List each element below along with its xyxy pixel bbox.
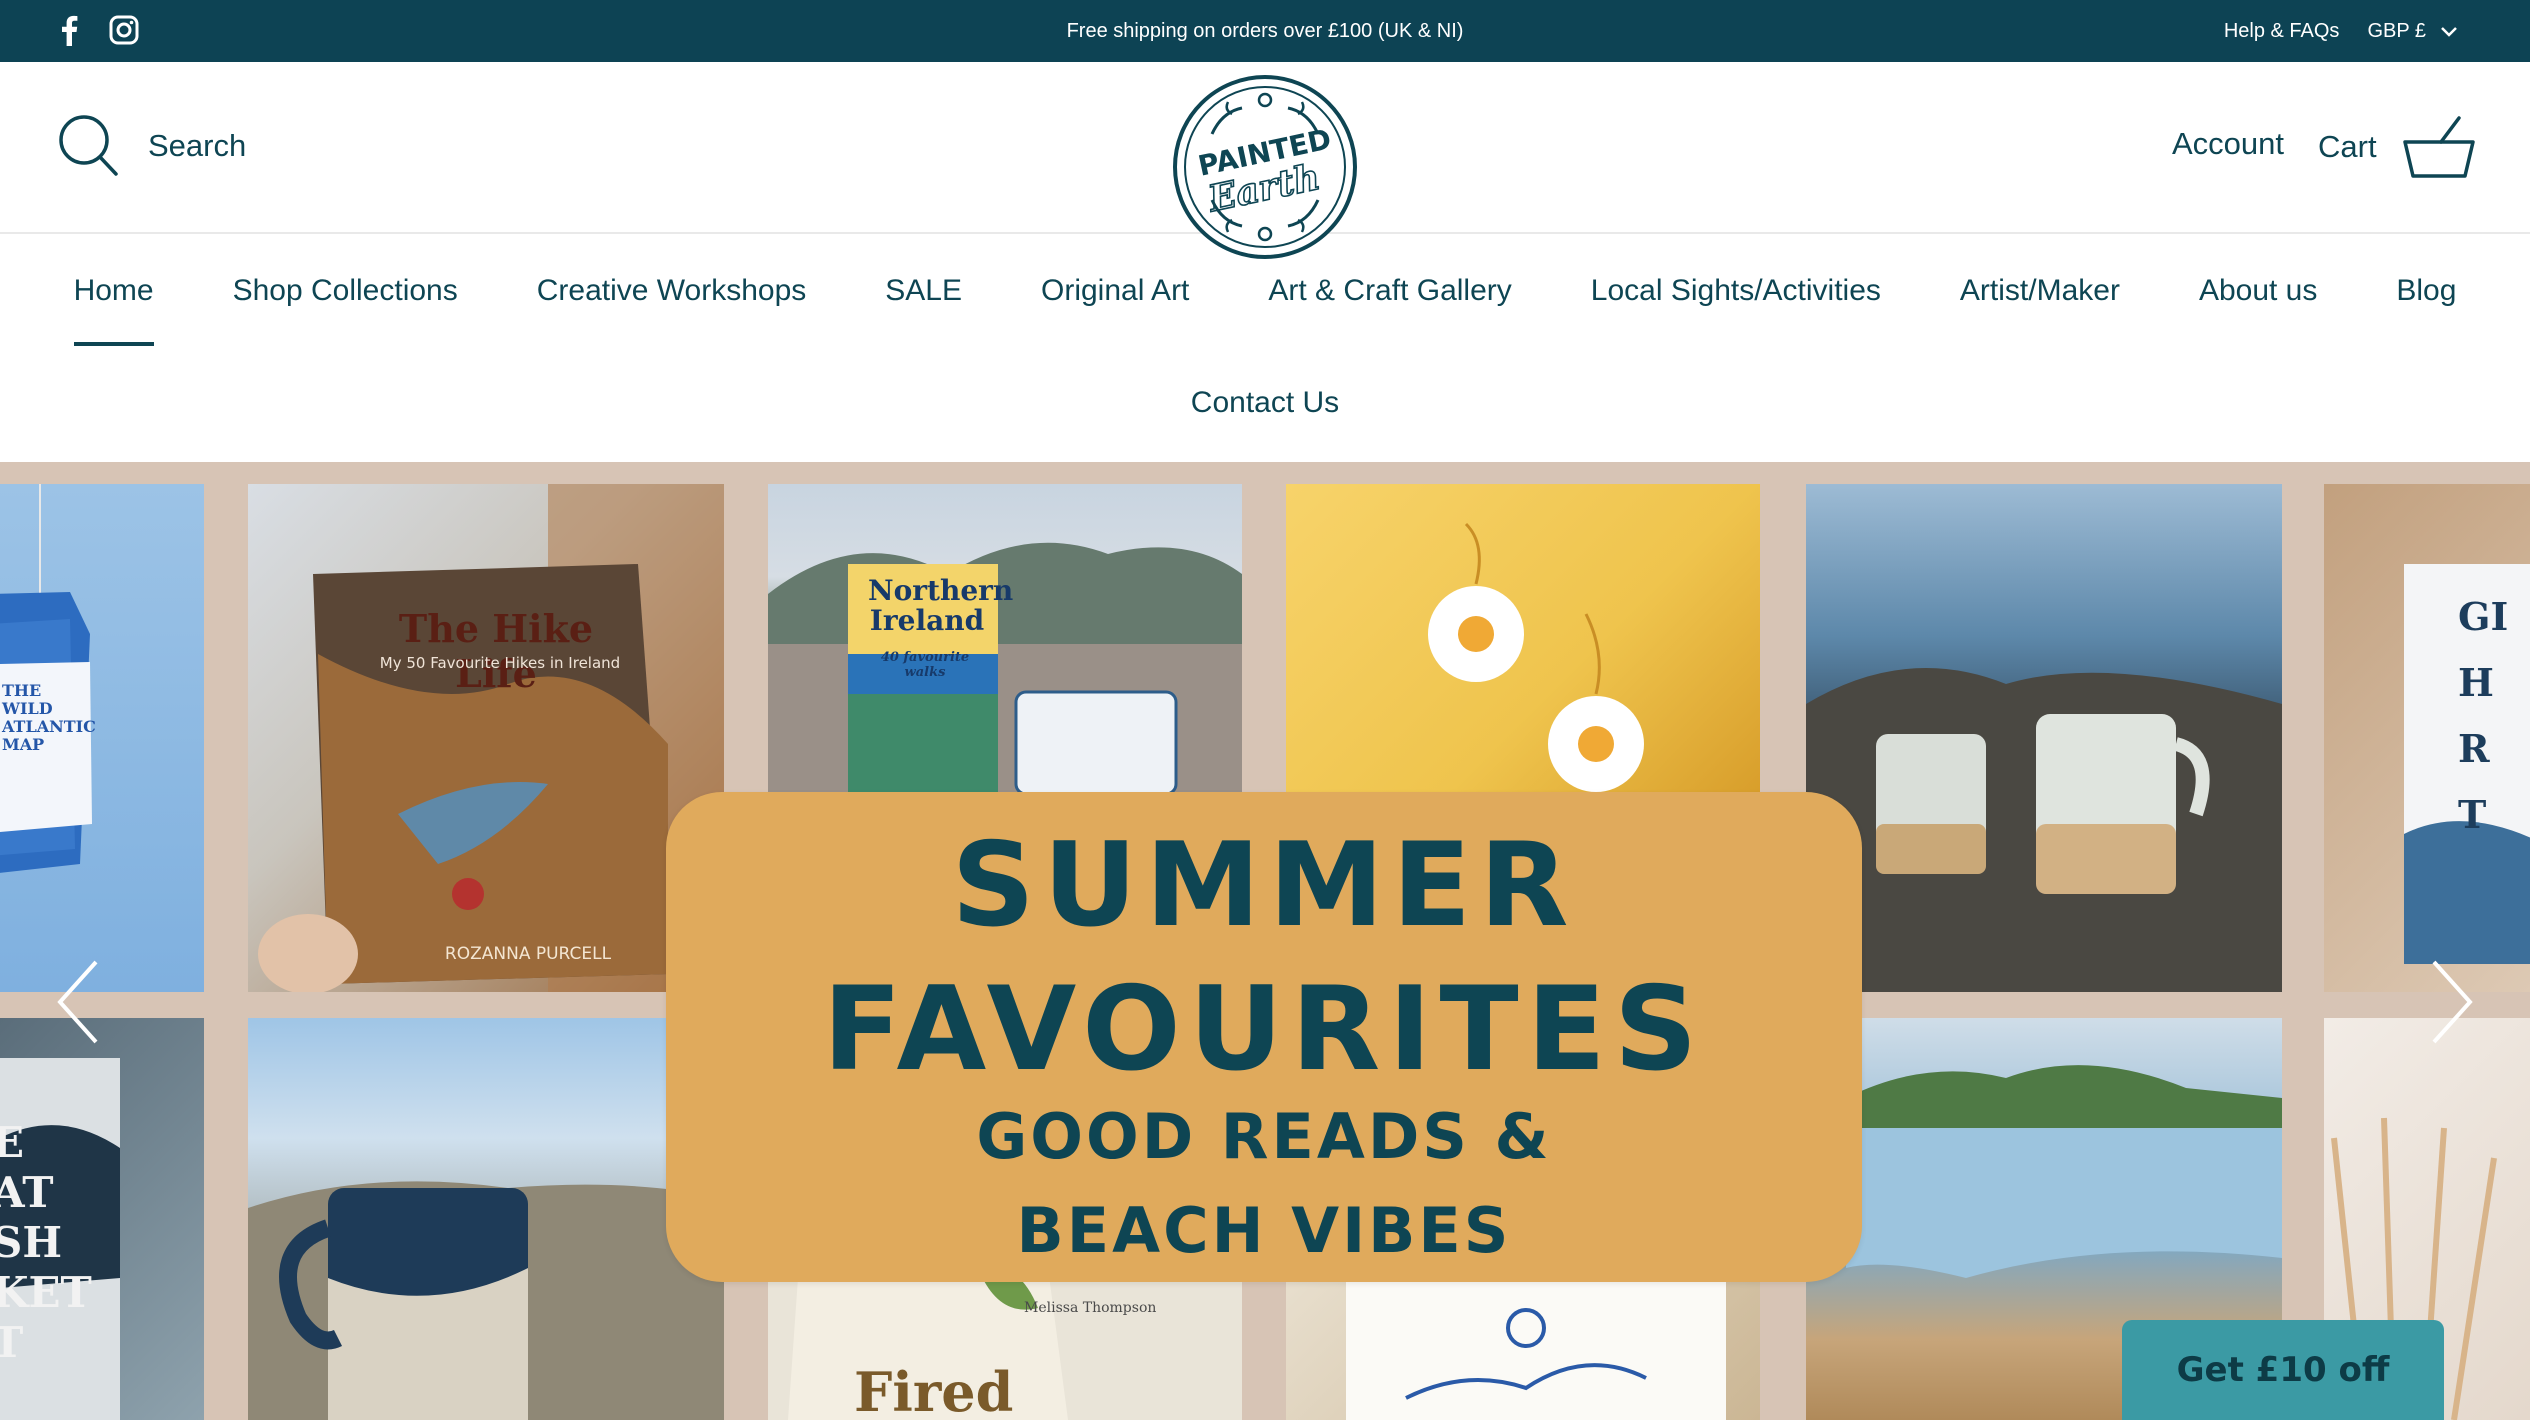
utility-links: Help & FAQs GBP £ — [2224, 20, 2458, 43]
help-faqs-link[interactable]: Help & FAQs — [2224, 20, 2340, 43]
fired-up-author: Melissa Thompson — [1024, 1300, 1157, 1316]
slideshow-next-arrow[interactable] — [2420, 952, 2480, 1052]
currency-selector[interactable]: GBP £ — [2367, 20, 2458, 43]
nav-item-contact-us[interactable]: Contact Us — [1191, 386, 1339, 420]
hero-subtitle-line2: BEACH VIBES — [1016, 1194, 1512, 1267]
tile-right-edge-book: GI H R T — [2324, 484, 2530, 992]
tile-northern-ireland-book: Northern Ireland 40 favourite walks — [768, 484, 1242, 794]
hike-life-title: The Hike Life — [398, 606, 594, 696]
tile-blue-mug — [248, 1018, 724, 1420]
search-button[interactable]: Search — [58, 114, 246, 178]
left-book-text: E AT SH KET T — [0, 1118, 92, 1367]
nav-item-shop-collections[interactable]: Shop Collections — [233, 274, 458, 308]
bag-label: THE WILD ATLANTIC MAP — [2, 681, 96, 754]
nav-item-sale[interactable]: SALE — [885, 274, 962, 308]
northern-ireland-scene — [768, 542, 1242, 794]
announcement-bar: Free shipping on orders over £100 (UK & … — [0, 0, 2530, 62]
painted-earth-logo[interactable]: PAINTED Earth — [1172, 74, 1358, 260]
hike-life-author: ROZANNA PURCELL — [444, 944, 612, 964]
nav-item-local-sights[interactable]: Local Sights/Activities — [1591, 274, 1881, 308]
currency-label: GBP £ — [2367, 20, 2426, 42]
nav-item-blog[interactable]: Blog — [2396, 274, 2456, 308]
right-book-text: GI H R T — [2458, 594, 2509, 837]
nav-item-artist-maker[interactable]: Artist/Maker — [1960, 274, 2120, 308]
site-header: Search PAINTED Earth Account Cart — [0, 62, 2530, 259]
nav-item-home[interactable]: Home — [73, 274, 154, 346]
chevron-down-icon — [2441, 26, 2457, 37]
nav-item-original-art[interactable]: Original Art — [1041, 274, 1189, 308]
slideshow-prev-arrow[interactable] — [50, 952, 110, 1052]
search-label: Search — [148, 128, 247, 163]
fired-up-title: Fired Up — [854, 1360, 1014, 1420]
hero-banner[interactable]: SUMMER FAVOURITES GOOD READS & BEACH VIB… — [666, 792, 1862, 1282]
main-navigation: Home Shop Collections Creative Workshops… — [0, 234, 2530, 462]
tile-left-edge-book: E AT SH KET T — [0, 1018, 204, 1420]
tile-mugs-on-rocks — [1806, 484, 2282, 992]
cart-label: Cart — [2318, 129, 2377, 164]
tile-daisy-earrings — [1286, 484, 1760, 794]
hero-title-line2: FAVOURITES — [822, 962, 1706, 1097]
nav-row-secondary: Contact Us — [0, 386, 2530, 420]
nav-item-about-us[interactable]: About us — [2199, 274, 2317, 308]
basket-icon — [2402, 116, 2475, 178]
northern-ireland-title: Northern Ireland — [868, 574, 1014, 637]
hero-slideshow: THE WILD ATLANTIC MAP The Hike Life My 5… — [0, 462, 2530, 1420]
announcement-text: Free shipping on orders over £100 (UK & … — [1066, 20, 1464, 42]
search-icon — [59, 115, 118, 176]
nav-item-creative-workshops[interactable]: Creative Workshops — [537, 274, 807, 308]
nav-row-primary: Home Shop Collections Creative Workshops… — [0, 274, 2530, 346]
blue-mug-scene — [248, 1181, 724, 1420]
account-link[interactable]: Account — [2172, 126, 2284, 162]
hero-title-line1: SUMMER — [951, 818, 1577, 953]
cart-button[interactable]: Cart — [2318, 114, 2477, 180]
tile-hike-life-book: The Hike Life My 50 Favourite Hikes in I… — [248, 484, 724, 992]
tile-atlantic-map-bag: THE WILD ATLANTIC MAP — [0, 484, 204, 992]
hike-life-scene — [258, 484, 724, 992]
hero-subtitle-line1: GOOD READS & — [976, 1100, 1552, 1173]
discount-popup-button[interactable]: Get £10 off — [2122, 1320, 2444, 1420]
mugs-scene — [1806, 668, 2282, 992]
northern-ireland-subtitle: 40 favourite walks — [880, 650, 970, 680]
hike-life-subtitle: My 50 Favourite Hikes in Ireland — [379, 654, 621, 672]
nav-item-art-craft-gallery[interactable]: Art & Craft Gallery — [1268, 274, 1511, 308]
daisy-earrings-illustration — [1428, 522, 1644, 792]
